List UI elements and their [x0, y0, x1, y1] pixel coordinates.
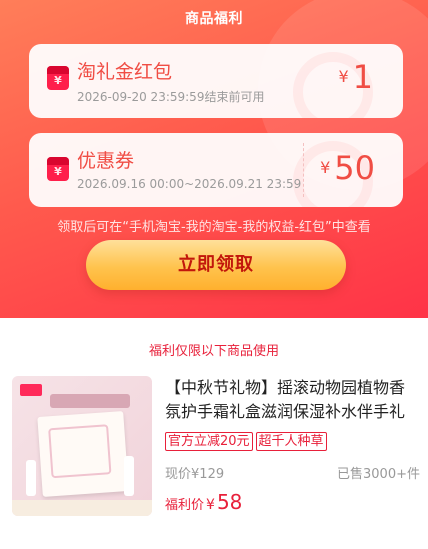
- coupon-icon: ¥: [47, 157, 69, 181]
- amount-value: 1: [352, 58, 373, 96]
- amount-value: 50: [334, 149, 375, 187]
- red-packet-name: 淘礼金红包: [77, 61, 173, 83]
- coupon-card[interactable]: ¥ 优惠券 2026.09.16 00:00~2026.09.21 23:59 …: [29, 133, 403, 207]
- welfare-price: 福利价 ¥58: [165, 490, 242, 514]
- current-price-value: 129: [199, 467, 225, 482]
- product-tags: 官方立减20元 超千人种草: [165, 432, 330, 452]
- coupon-validity: 2026.09.16 00:00~2026.09.21 23:59: [77, 177, 302, 191]
- product-image[interactable]: [12, 376, 152, 516]
- applicable-products-label: 福利仅限以下商品使用: [148, 344, 279, 359]
- coupon-amount: ¥50: [320, 149, 375, 187]
- product-tag: 官方立减20元: [165, 432, 253, 451]
- red-envelope-icon: ¥: [47, 66, 69, 90]
- currency-symbol: ¥: [338, 67, 349, 86]
- coupon-divider: [303, 143, 304, 197]
- currency-symbol: ¥: [320, 158, 331, 177]
- welfare-price-currency: ¥: [206, 497, 215, 513]
- product-title[interactable]: 【中秋节礼物】摇滚动物园植物香氛护手霜礼盒滋润保湿补水伴手礼: [165, 376, 417, 424]
- current-price-label: 现价: [165, 467, 192, 482]
- current-price: 现价¥129: [165, 463, 224, 482]
- page-title: 商品福利: [185, 11, 243, 27]
- coupon-name: 优惠券: [77, 150, 135, 172]
- welfare-price-value: 58: [216, 490, 243, 514]
- product-tag: 超千人种草: [255, 432, 327, 451]
- sold-count: 已售3000+件: [337, 467, 420, 482]
- red-packet-amount: ¥1: [338, 58, 373, 96]
- red-packet-card[interactable]: ¥ 淘礼金红包 2026-09-20 23:59:59结束前可用 ¥1: [29, 44, 403, 118]
- welfare-banner: 商品福利 ¥ 淘礼金红包 2026-09-20 23:59:59结束前可用 ¥1…: [0, 0, 428, 318]
- claim-hint: 领取后可在“手机淘宝-我的淘宝-我的权益-红包”中查看: [57, 220, 371, 235]
- welfare-price-label: 福利价: [165, 498, 205, 513]
- claim-now-button[interactable]: 立即领取: [86, 240, 346, 290]
- red-packet-validity: 2026-09-20 23:59:59结束前可用: [77, 90, 265, 104]
